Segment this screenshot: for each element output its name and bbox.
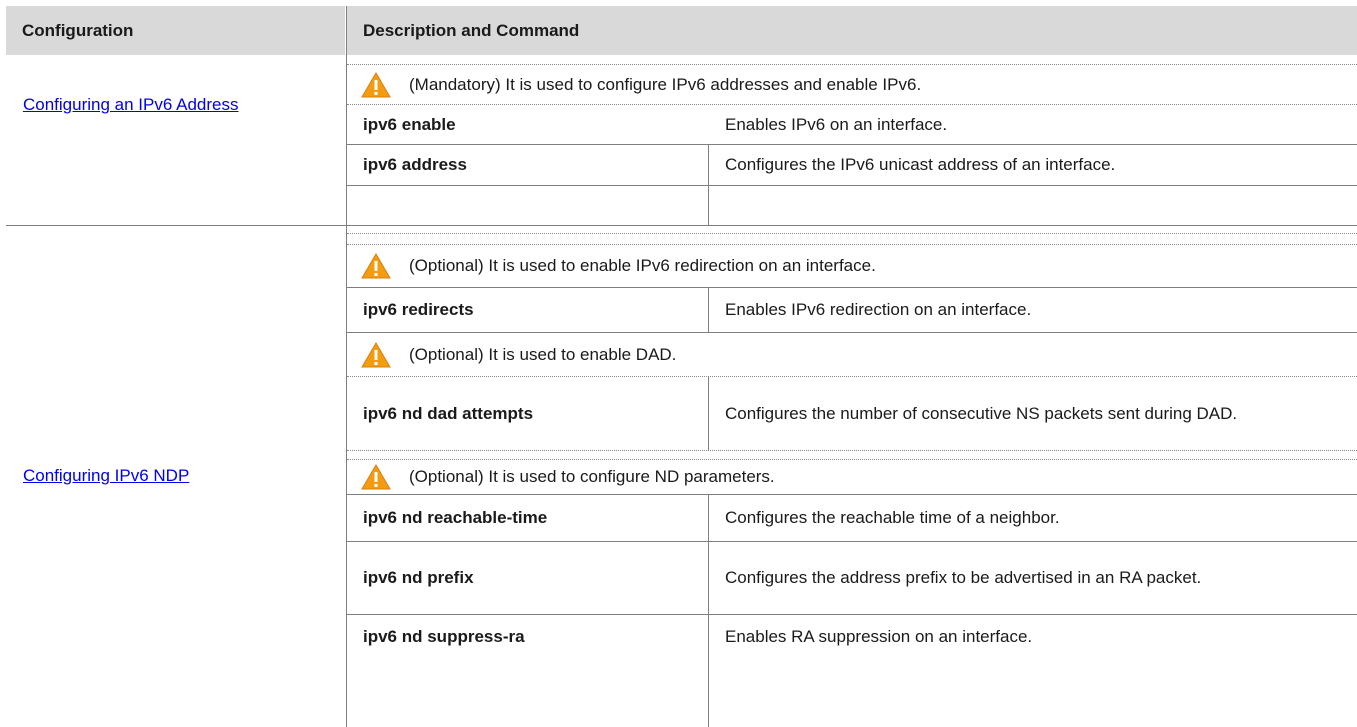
command-ipv6-nd-suppress-ra: ipv6 nd suppress-ra: [363, 627, 525, 646]
dotted-separator: [347, 450, 1357, 451]
warning-icon: [361, 464, 391, 490]
description-ipv6-nd-reachable-time: Configures the reachable time of a neigh…: [725, 508, 1060, 527]
command-ipv6-address: ipv6 address: [363, 155, 467, 174]
note-text: (Optional) It is used to configure ND pa…: [409, 467, 775, 486]
command-ipv6-redirects: ipv6 redirects: [363, 300, 474, 319]
configuring-ipv6-ndp-link[interactable]: Configuring IPv6 NDP: [23, 466, 189, 486]
description-ipv6-enable: Enables IPv6 on an interface.: [725, 114, 948, 134]
note-text: (Optional) It is used to enable DAD.: [409, 344, 677, 364]
warning-icon: [361, 72, 391, 98]
command-ipv6-enable: ipv6 enable: [363, 114, 456, 134]
warning-icon: [361, 253, 391, 279]
description-ipv6-address: Configures the IPv6 unicast address of a…: [725, 155, 1116, 174]
command-ipv6-nd-dad-attempts: ipv6 nd dad attempts: [363, 403, 534, 423]
note-mandatory-ipv6-address: (Mandatory) It is used to configure IPv6…: [347, 65, 1357, 105]
note-optional-redirection: (Optional) It is used to enable IPv6 red…: [347, 245, 1357, 287]
dotted-separator: [347, 233, 1357, 234]
note-text: (Optional) It is used to enable IPv6 red…: [409, 256, 876, 275]
row-line: [347, 185, 1357, 186]
description-ipv6-redirects: Enables IPv6 redirection on an interface…: [725, 300, 1032, 319]
header-description: Description and Command: [347, 6, 1357, 55]
note-optional-dad: (Optional) It is used to enable DAD.: [347, 333, 1357, 376]
note-optional-nd-parameters: (Optional) It is used to configure ND pa…: [347, 460, 1357, 494]
command-ipv6-nd-reachable-time: ipv6 nd reachable-time: [363, 508, 548, 527]
warning-icon: [361, 341, 391, 368]
description-ipv6-nd-prefix: Configures the address prefix to be adve…: [725, 568, 1202, 587]
note-text: (Mandatory) It is used to configure IPv6…: [409, 75, 922, 94]
description-ipv6-nd-suppress-ra: Enables RA suppression on an interface.: [725, 627, 1033, 646]
command-ipv6-nd-prefix: ipv6 nd prefix: [363, 568, 474, 587]
configuring-ipv6-address-link[interactable]: Configuring an IPv6 Address: [23, 95, 238, 115]
section-divider: [6, 225, 1357, 226]
config-table: Configuration Description and Command Co…: [0, 0, 1357, 727]
description-ipv6-nd-dad-attempts: Configures the number of consecutive NS …: [725, 403, 1238, 423]
header-configuration: Configuration: [6, 6, 345, 55]
